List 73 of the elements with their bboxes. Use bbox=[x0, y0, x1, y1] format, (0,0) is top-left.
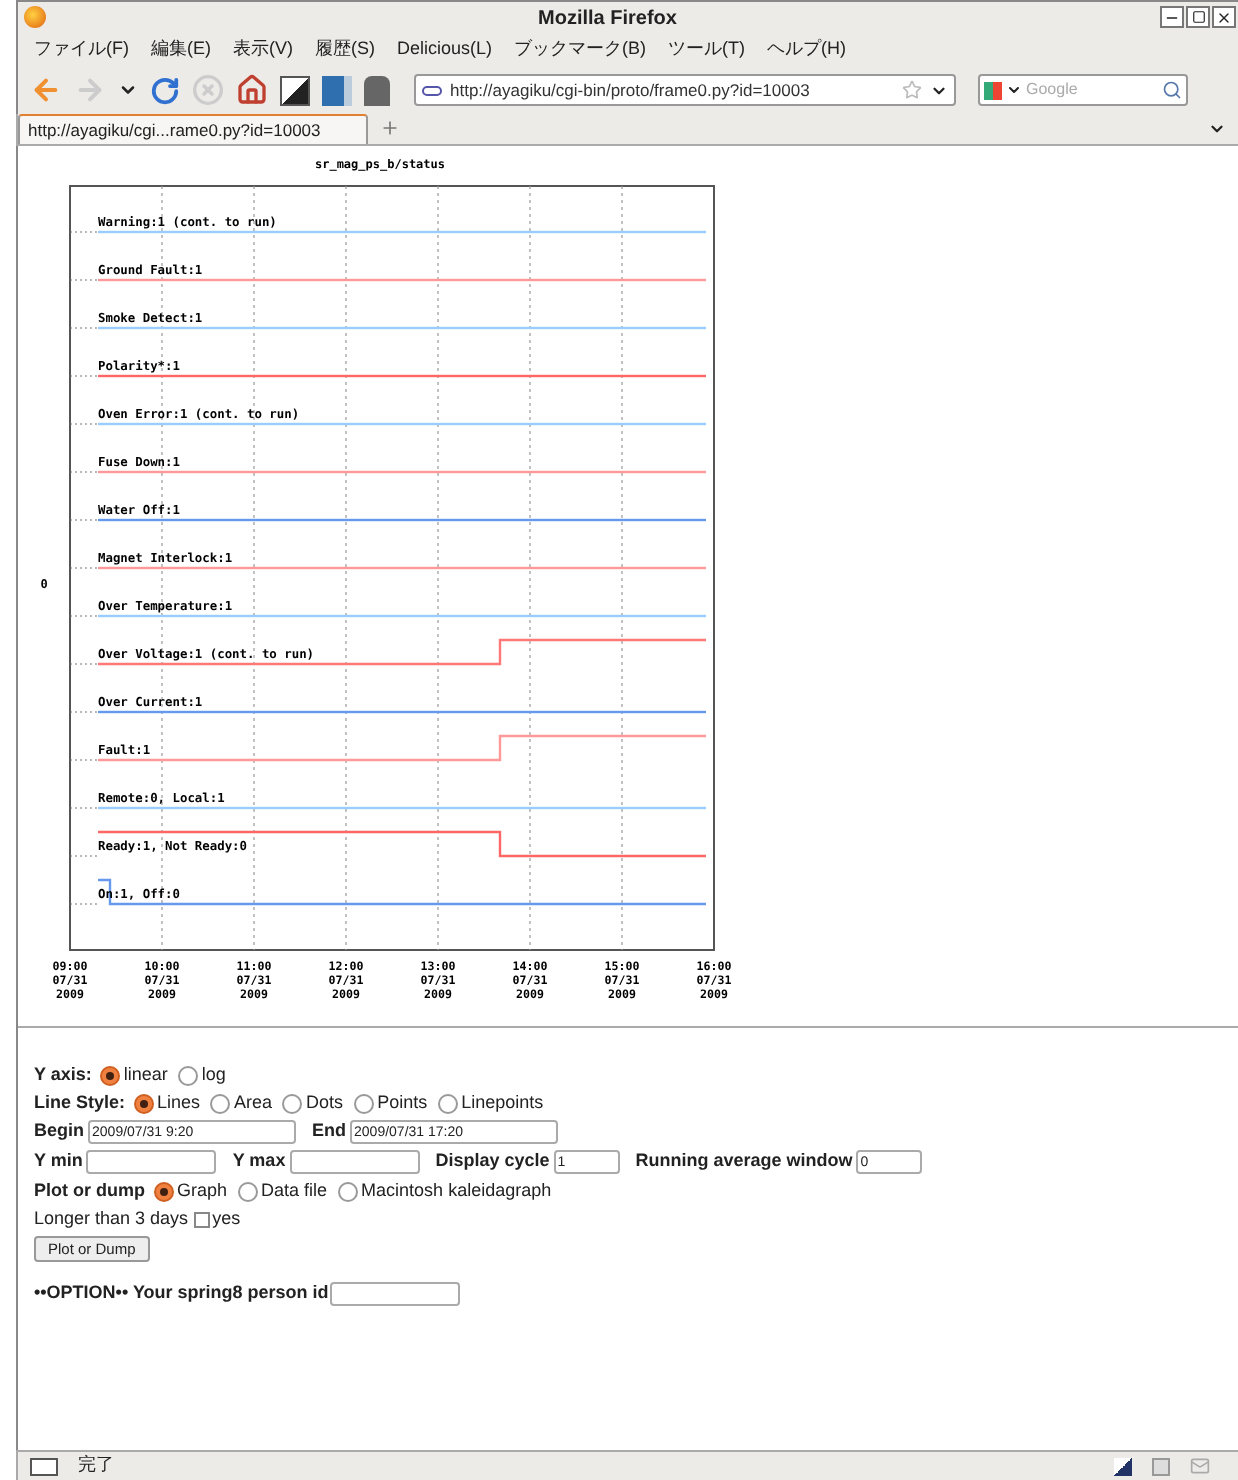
radio-label[interactable]: Macintosh kaleidagraph bbox=[361, 1178, 552, 1206]
radio-label[interactable]: Points bbox=[377, 1090, 428, 1118]
bookmark-icon[interactable] bbox=[280, 75, 310, 105]
grid-icon bbox=[1152, 1457, 1170, 1475]
field-label: Y min bbox=[34, 1148, 83, 1175]
status-text: 完了 bbox=[78, 1452, 114, 1479]
person-id-field[interactable] bbox=[330, 1281, 461, 1305]
url-field[interactable]: http://ayagiku/cgi-bin/proto/frame0.py?id=10003 bbox=[414, 74, 956, 106]
radio-button[interactable] bbox=[237, 1182, 258, 1202]
menu-item[interactable]: ファイル(F) bbox=[34, 35, 129, 63]
menu-item[interactable]: ヘルプ(H) bbox=[767, 35, 847, 63]
radio-label[interactable]: log bbox=[201, 1062, 226, 1090]
firefox-logo-icon bbox=[24, 6, 46, 28]
close-icon bbox=[1216, 9, 1232, 25]
sidebar-icon[interactable] bbox=[322, 75, 352, 105]
home-icon[interactable] bbox=[236, 74, 268, 106]
radio-button[interactable] bbox=[153, 1182, 173, 1202]
menu-item[interactable]: ブックマーク(B) bbox=[514, 35, 647, 63]
window-title: Mozilla Firefox bbox=[538, 6, 677, 34]
tab-list-icon[interactable] bbox=[1208, 120, 1226, 138]
radio-button[interactable] bbox=[99, 1066, 120, 1086]
field-label: Begin bbox=[34, 1118, 85, 1145]
menu-item[interactable]: 履歴(S) bbox=[315, 35, 375, 63]
y-max-field[interactable] bbox=[289, 1150, 420, 1174]
checkbox[interactable] bbox=[194, 1212, 211, 1228]
radio-label[interactable]: linear bbox=[123, 1062, 168, 1090]
page-icon bbox=[422, 85, 442, 95]
radio-label[interactable]: Lines bbox=[157, 1090, 201, 1118]
reload-icon[interactable] bbox=[150, 75, 180, 105]
star-icon[interactable] bbox=[902, 80, 922, 100]
tag-icon[interactable] bbox=[364, 75, 390, 105]
radio-button[interactable] bbox=[177, 1066, 198, 1086]
field-label: Plot or dump bbox=[34, 1178, 145, 1205]
radio-button[interactable] bbox=[353, 1094, 374, 1114]
menu-item[interactable]: ツール(T) bbox=[668, 35, 746, 63]
history-dropdown-icon[interactable] bbox=[118, 80, 138, 100]
back-icon[interactable] bbox=[30, 74, 62, 106]
radio-label[interactable]: Data file bbox=[261, 1178, 328, 1206]
field-label: End bbox=[312, 1118, 347, 1145]
browser-tab[interactable]: http://ayagiku/cgi...rame0.py?id=10003 bbox=[18, 114, 368, 144]
url-text: http://ayagiku/cgi-bin/proto/frame0.py?id=10003 bbox=[450, 77, 810, 103]
field-label: Line Style: bbox=[34, 1090, 126, 1117]
radio-label[interactable]: Area bbox=[234, 1090, 273, 1118]
radio-button[interactable] bbox=[282, 1094, 303, 1114]
radio-label[interactable]: Dots bbox=[306, 1090, 344, 1118]
engine-dropdown-icon[interactable] bbox=[1006, 82, 1022, 98]
field-label: Y axis: bbox=[34, 1062, 92, 1089]
y-min-field[interactable] bbox=[86, 1150, 217, 1174]
maximize-icon bbox=[1191, 10, 1205, 24]
maximize-button[interactable] bbox=[1186, 6, 1210, 28]
field-label: ••OPTION•• Your spring8 person id bbox=[34, 1279, 329, 1306]
search-engine-icon[interactable] bbox=[984, 81, 1002, 99]
close-button[interactable] bbox=[1212, 6, 1236, 28]
window-icon bbox=[1114, 1457, 1132, 1475]
status-icon bbox=[30, 1457, 58, 1475]
radio-button[interactable] bbox=[210, 1094, 231, 1114]
menu-item[interactable]: Delicious(L) bbox=[397, 35, 493, 63]
radio-label[interactable]: Linepoints bbox=[461, 1090, 544, 1118]
field-label: Running average window bbox=[635, 1148, 853, 1175]
field-label: Longer than 3 days bbox=[34, 1206, 189, 1233]
field-label: Display cycle bbox=[435, 1148, 550, 1175]
menu-item[interactable]: 編集(E) bbox=[151, 35, 211, 63]
radio-label[interactable]: Graph bbox=[177, 1178, 228, 1206]
new-tab-icon[interactable] bbox=[380, 118, 400, 138]
radio-button[interactable] bbox=[437, 1094, 458, 1114]
menu-item[interactable]: 表示(V) bbox=[233, 35, 293, 63]
search-icon[interactable] bbox=[1162, 80, 1182, 100]
search-placeholder: Google bbox=[1026, 78, 1078, 102]
checkbox-label[interactable]: yes bbox=[212, 1206, 241, 1234]
radio-button[interactable] bbox=[133, 1094, 154, 1114]
field-label: Y max bbox=[232, 1148, 286, 1175]
radio-button[interactable] bbox=[337, 1182, 358, 1202]
minimize-button[interactable] bbox=[1160, 6, 1184, 28]
